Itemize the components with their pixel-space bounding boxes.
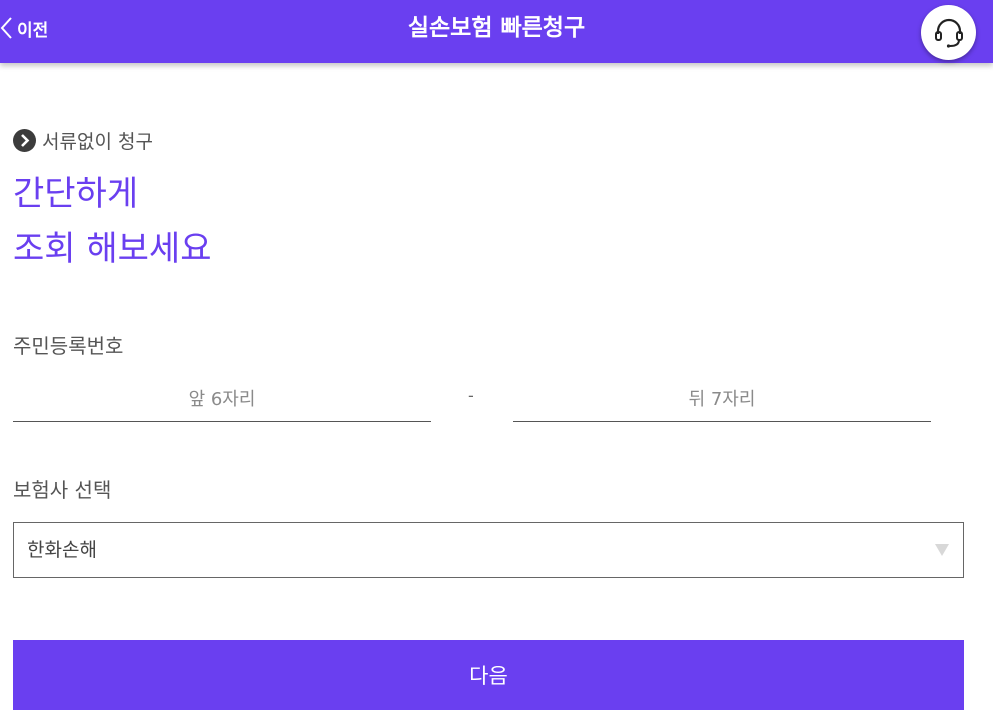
intro-headline: 간단하게 조회 해보세요 — [13, 167, 212, 277]
next-button[interactable]: 다음 — [13, 640, 964, 710]
page-title: 실손보험 빠른청구 — [407, 15, 586, 41]
headset-icon — [934, 18, 963, 48]
app-header: 이전 실손보험 빠른청구 — [0, 0, 993, 63]
insurer-selected-value: 한화손해 — [27, 539, 97, 561]
chevron-circle-right-icon — [13, 129, 36, 152]
headline-line-1: 간단하게 — [13, 174, 139, 214]
headline-line-2: 조회 해보세요 — [13, 229, 212, 269]
intro-subtitle-text: 서류없이 청구 — [42, 131, 153, 153]
triangle-down-icon — [935, 544, 949, 556]
insurer-select[interactable]: 한화손해 — [13, 522, 964, 578]
rrn-label: 주민등록번호 — [13, 334, 124, 358]
support-button[interactable] — [921, 5, 976, 60]
rrn-back-input[interactable] — [513, 377, 931, 422]
rrn-separator: - — [468, 386, 474, 405]
insurer-label: 보험사 선택 — [13, 478, 112, 502]
rrn-front-input[interactable] — [13, 377, 431, 422]
intro-subtitle: 서류없이 청구 — [13, 127, 153, 154]
